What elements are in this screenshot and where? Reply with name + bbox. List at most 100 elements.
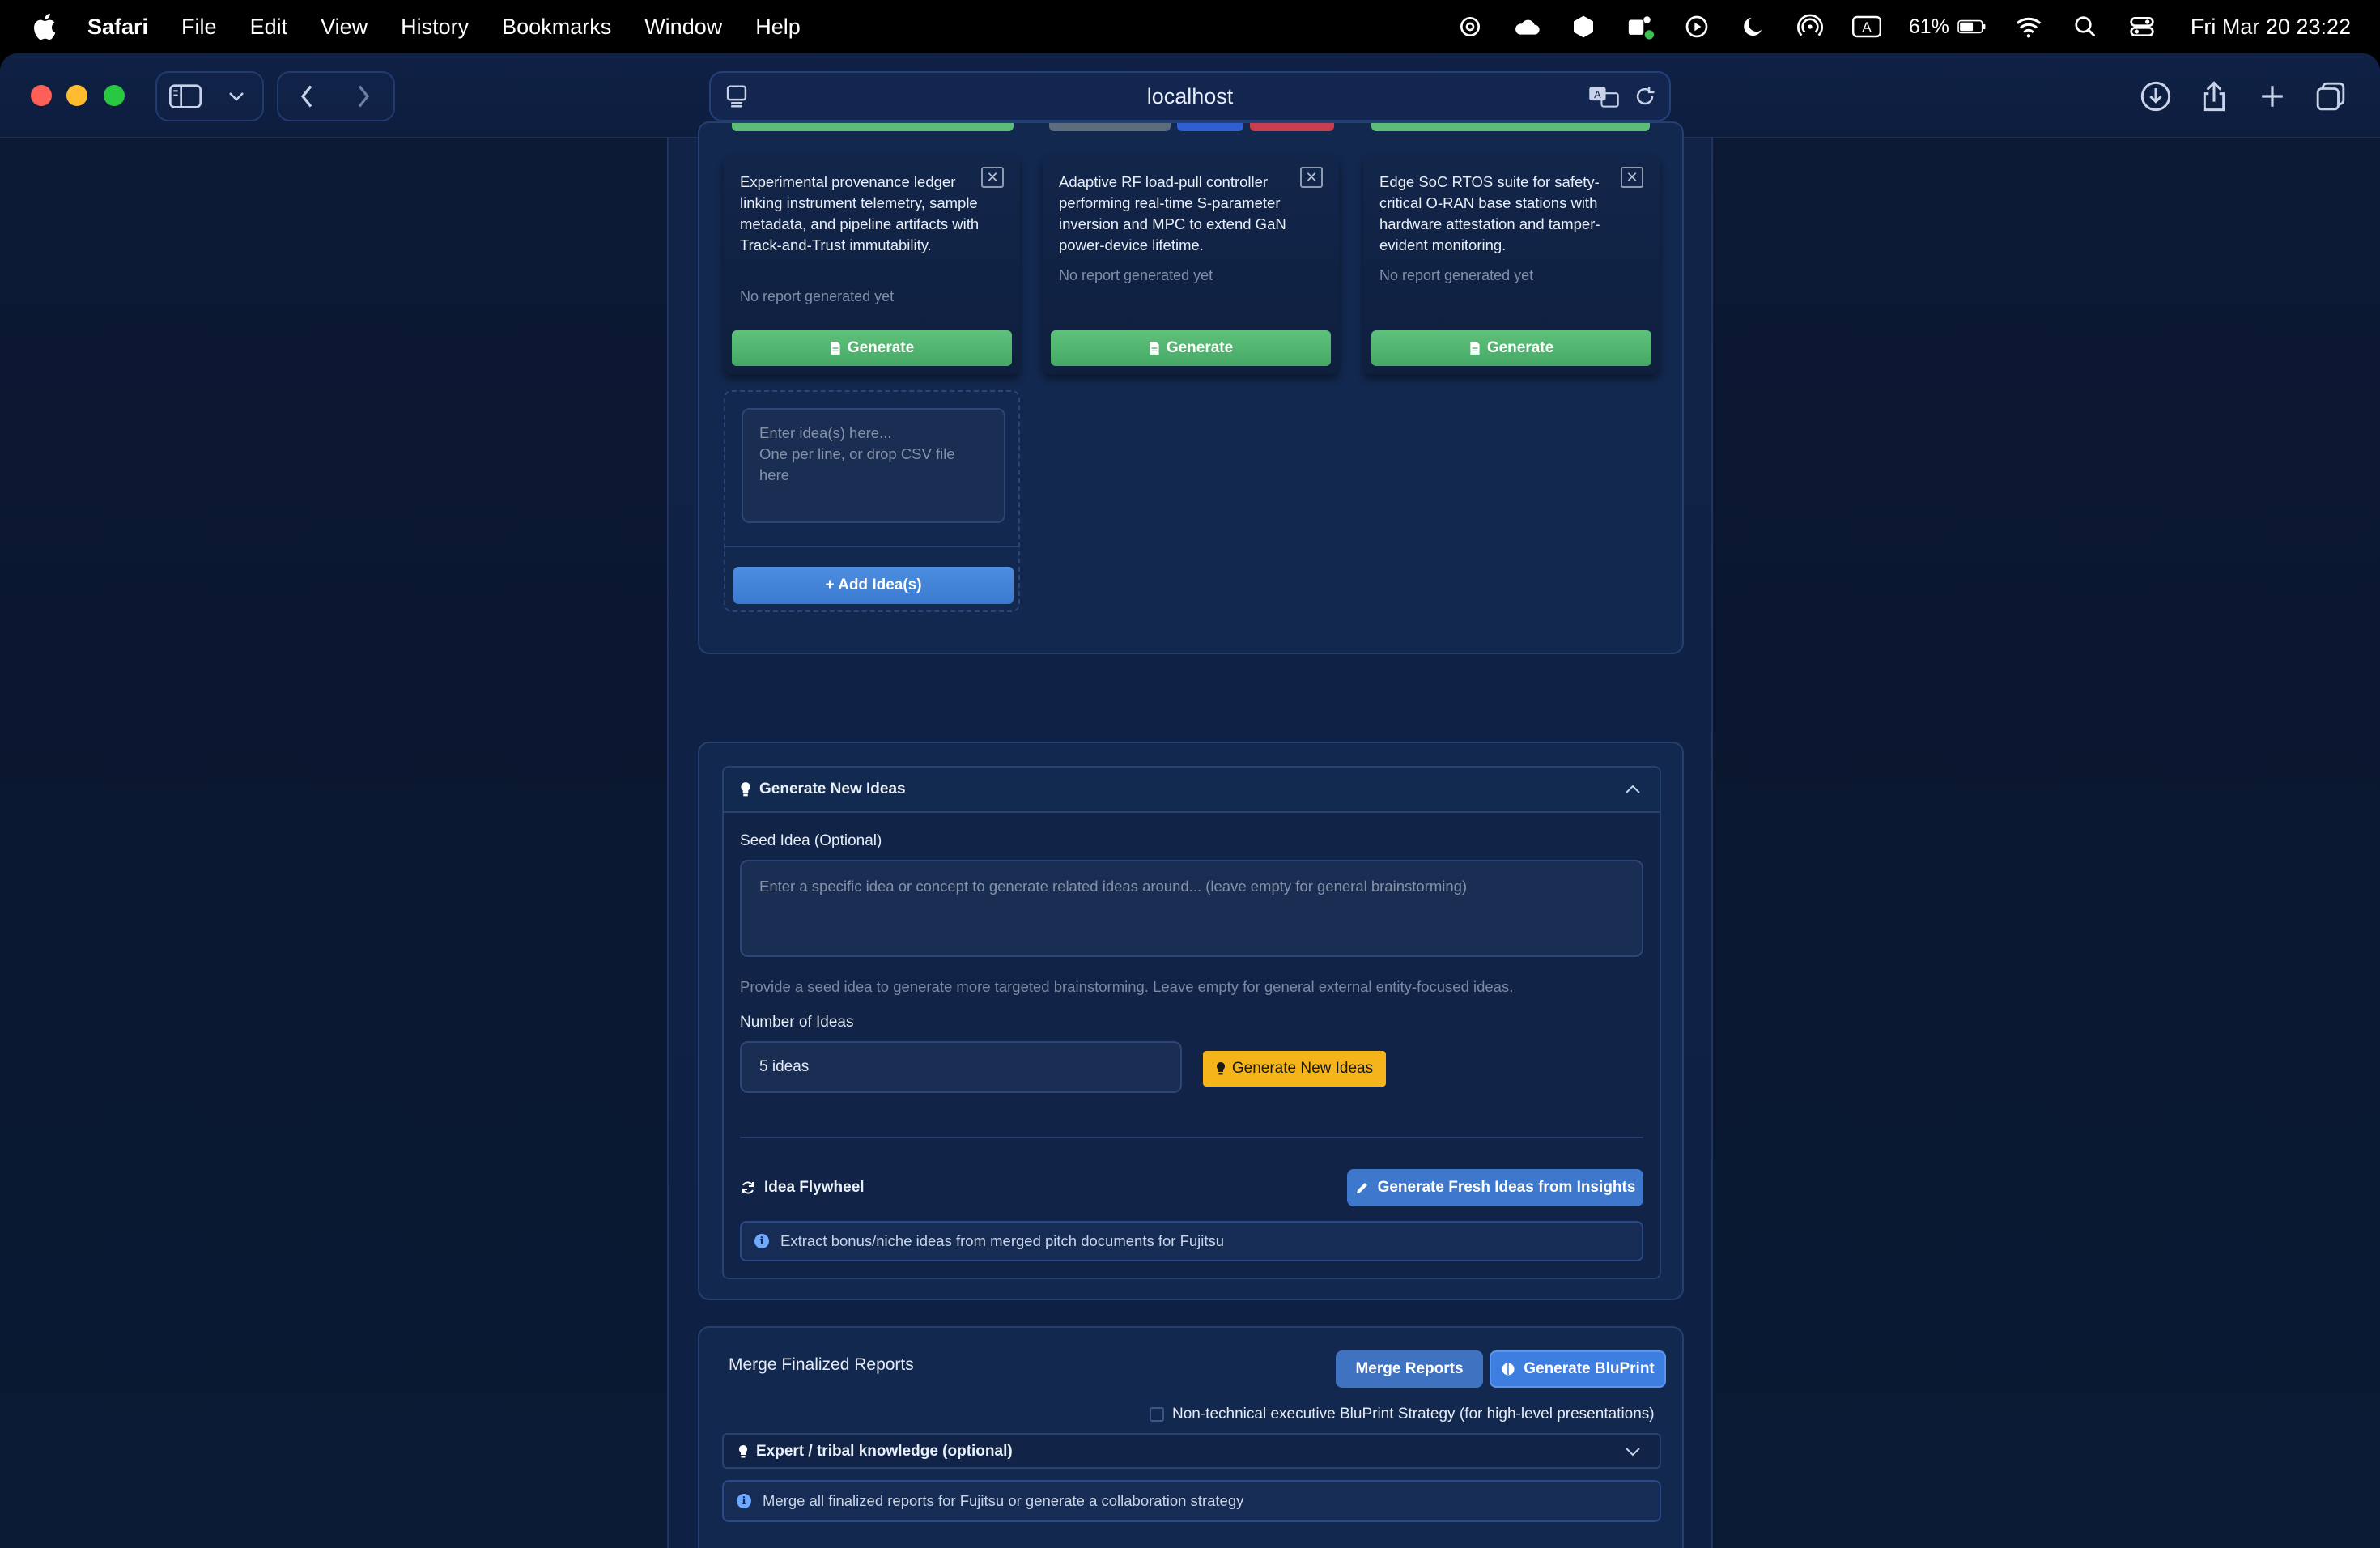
generate-report-button[interactable]: Generate [732, 330, 1012, 366]
cloud-icon[interactable] [1512, 12, 1541, 41]
menu-edit[interactable]: Edit [250, 15, 288, 40]
close-icon[interactable]: ✕ [981, 167, 1004, 188]
flywheel-info: i Extract bonus/niche ideas from merged … [740, 1221, 1643, 1261]
merge-reports-button[interactable]: Merge Reports [1336, 1350, 1483, 1388]
add-idea-card: Enter idea(s) here... One per line, or d… [724, 390, 1020, 612]
generate-new-ideas-button[interactable]: Generate New Ideas [1203, 1051, 1386, 1087]
generate-ideas-accordion: Generate New Ideas Seed Idea (Optional) … [722, 766, 1661, 1279]
chevron-down-icon[interactable] [1624, 1446, 1642, 1457]
accordion-header[interactable]: Generate New Ideas [724, 768, 1660, 813]
address-bar[interactable]: localhost A [709, 71, 1671, 121]
new-tab-icon[interactable] [2252, 76, 2293, 117]
close-window-button[interactable] [31, 85, 52, 106]
document-icon [1150, 342, 1159, 355]
flywheel-title: Idea Flywheel [740, 1179, 865, 1197]
report-status: No report generated yet [1379, 267, 1534, 283]
non-technical-checkbox-label: Non-technical executive BluPrint Strateg… [1172, 1406, 1655, 1423]
downloads-icon[interactable] [2136, 76, 2176, 117]
back-icon[interactable] [278, 73, 335, 120]
svg-text:A: A [1594, 89, 1601, 100]
report-status: No report generated yet [740, 288, 895, 304]
openai-icon[interactable] [1456, 12, 1485, 41]
number-of-ideas-label: Number of Ideas [740, 1014, 854, 1031]
toolbar-actions [2118, 76, 2351, 117]
merge-title: Merge Finalized Reports [729, 1355, 914, 1374]
control-center-icon[interactable] [2127, 12, 2157, 41]
svg-text:A: A [1862, 19, 1872, 35]
document-icon [831, 342, 840, 355]
menu-app-name[interactable]: Safari [87, 15, 148, 40]
keyboard-input-icon[interactable]: A [1851, 12, 1881, 41]
report-status: No report generated yet [1059, 267, 1213, 283]
ideas-panel: Experimental provenance ledger linking i… [698, 121, 1684, 654]
chevron-down-icon[interactable] [214, 73, 259, 120]
prev-row-strip [1049, 123, 1171, 131]
forward-icon[interactable] [335, 73, 392, 120]
menu-view[interactable]: View [321, 15, 368, 40]
airdrop-icon[interactable] [1796, 12, 1825, 41]
battery-percentage: 61% [1908, 15, 1949, 38]
menu-clock[interactable]: Fri Mar 20 23:22 [2191, 15, 2351, 40]
number-of-ideas-select[interactable]: 5 ideas [740, 1041, 1182, 1093]
brain-icon [1502, 1363, 1515, 1376]
search-icon[interactable] [2071, 12, 2100, 41]
lightbulb-icon [739, 1445, 747, 1458]
idea-card: Edge SoC RTOS suite for safety-critical … [1363, 155, 1660, 374]
sidebar-toggle-group [155, 71, 264, 121]
idea-card: Experimental provenance ledger linking i… [724, 155, 1020, 374]
prev-row-strip [1177, 123, 1243, 131]
reload-icon[interactable] [1634, 84, 1656, 114]
teams-icon[interactable] [1626, 12, 1655, 41]
expert-knowledge-accordion[interactable]: Expert / tribal knowledge (optional) [722, 1433, 1661, 1469]
idea-description: Adaptive RF load-pull controller perform… [1059, 173, 1286, 253]
page-content: Experimental provenance ledger linking i… [667, 121, 1713, 1548]
tab-overview-icon[interactable] [2310, 76, 2351, 117]
seed-idea-label: Seed Idea (Optional) [740, 832, 882, 849]
generate-fresh-ideas-button[interactable]: Generate Fresh Ideas from Insights [1347, 1169, 1643, 1206]
non-technical-checkbox[interactable] [1150, 1407, 1164, 1422]
menu-help[interactable]: Help [755, 15, 801, 40]
sidebar-icon[interactable] [157, 73, 214, 120]
generate-report-button[interactable]: Generate [1051, 330, 1331, 366]
navigation-group [277, 71, 395, 121]
battery-icon[interactable] [1957, 12, 1987, 41]
lightbulb-icon [1216, 1062, 1225, 1075]
wifi-icon[interactable] [2014, 12, 2043, 41]
moon-icon[interactable] [1739, 12, 1768, 41]
generate-report-button[interactable]: Generate [1371, 330, 1651, 366]
zoom-window-button[interactable] [104, 85, 125, 106]
lightbulb-icon [741, 782, 750, 797]
idea-description: Experimental provenance ledger linking i… [740, 173, 980, 253]
idea-description: Edge SoC RTOS suite for safety-critical … [1379, 173, 1600, 253]
close-icon[interactable]: ✕ [1621, 167, 1643, 188]
info-icon: i [754, 1234, 769, 1248]
menu-window[interactable]: Window [644, 15, 722, 40]
prev-row-strip [732, 123, 1014, 131]
minimize-window-button[interactable] [66, 85, 87, 106]
merge-info: i Merge all finalized reports for Fujits… [722, 1480, 1661, 1522]
info-icon: i [737, 1494, 751, 1508]
menu-bar: Safari File Edit View History Bookmarks … [0, 0, 2380, 53]
expert-knowledge-title: Expert / tribal knowledge (optional) [738, 1443, 1013, 1461]
box-icon[interactable] [1569, 12, 1598, 41]
generate-ideas-panel: Generate New Ideas Seed Idea (Optional) … [698, 742, 1684, 1300]
safari-window: localhost A Experimental provenance ledg… [0, 53, 2380, 1548]
share-icon[interactable] [2194, 76, 2234, 117]
accordion-title: Generate New Ideas [740, 780, 906, 798]
chevron-up-icon[interactable] [1624, 784, 1642, 795]
document-icon [1470, 342, 1480, 355]
close-icon[interactable]: ✕ [1300, 167, 1323, 188]
translate-icon[interactable]: A [1588, 84, 1619, 114]
menu-history[interactable]: History [401, 15, 469, 40]
menu-bookmarks[interactable]: Bookmarks [502, 15, 611, 40]
apple-logo-icon[interactable] [31, 11, 62, 42]
idea-card: Adaptive RF load-pull controller perform… [1043, 155, 1339, 374]
idea-input[interactable]: Enter idea(s) here... One per line, or d… [742, 408, 1005, 523]
seed-idea-input[interactable]: Enter a specific idea or concept to gene… [740, 860, 1643, 957]
play-icon[interactable] [1682, 12, 1711, 41]
generate-bluprint-button[interactable]: Generate BluPrint [1490, 1350, 1666, 1388]
add-ideas-button[interactable]: + Add Idea(s) [733, 567, 1014, 604]
prev-row-strip [1250, 123, 1334, 131]
page-menu-icon[interactable] [725, 84, 748, 114]
menu-file[interactable]: File [181, 15, 217, 40]
